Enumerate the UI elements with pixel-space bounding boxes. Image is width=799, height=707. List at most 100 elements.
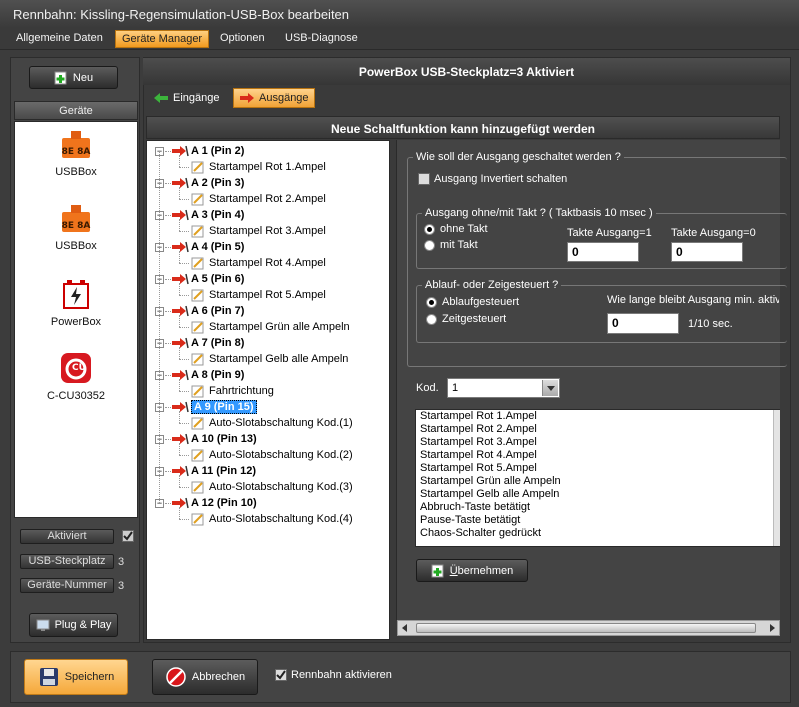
radio-ablaufgesteuert[interactable]: [426, 297, 437, 308]
tree-leaf-label: Auto-Slotabschaltung Kod.(4): [209, 513, 353, 525]
edit-note-icon: [191, 193, 204, 205]
save-button[interactable]: Speichern: [24, 659, 128, 695]
arrow-right-red-icon: [240, 93, 254, 103]
tree-connector: [159, 151, 160, 503]
edit-note-icon: [191, 225, 204, 237]
powerbox-icon: [63, 280, 89, 309]
tree-node[interactable]: − A 1 (Pin 2): [147, 143, 387, 159]
tree-node[interactable]: − A 2 (Pin 3): [147, 175, 387, 191]
plug-and-play-button[interactable]: Plug & Play: [29, 613, 118, 637]
tree-node[interactable]: − A 8 (Pin 9): [147, 367, 387, 383]
tree-node[interactable]: − A 4 (Pin 5): [147, 239, 387, 255]
tree-node[interactable]: − A 12 (Pin 10): [147, 495, 387, 511]
apply-button-label: Übernehmen: [450, 565, 514, 577]
code-list-item[interactable]: Startampel Grün alle Ampeln: [416, 475, 779, 488]
radio-ohne-takt[interactable]: [424, 224, 435, 235]
code-list-scrollbar[interactable]: [773, 410, 780, 546]
hscroll-thumb[interactable]: [416, 623, 756, 633]
kod-label: Kod.: [416, 382, 439, 394]
activate-checkbox[interactable]: [275, 669, 287, 681]
code-list-item[interactable]: Abbruch-Taste betätigt: [416, 501, 779, 514]
apply-button-mnemonic: Ü: [449, 564, 458, 577]
code-list-item[interactable]: Chaos-Schalter gedrückt: [416, 527, 779, 540]
tree-node[interactable]: − A 3 (Pin 4): [147, 207, 387, 223]
tree-connector: [179, 315, 180, 327]
device-item-control-unit[interactable]: CU C-CU30352: [15, 352, 137, 402]
min-active-input[interactable]: 0: [607, 313, 679, 334]
tree-connector: [179, 443, 180, 455]
device-item-usbbox-1[interactable]: 8E 8A USBBox: [15, 128, 137, 178]
tree-connector: [179, 155, 180, 167]
tree-node[interactable]: − A 6 (Pin 7): [147, 303, 387, 319]
aktiviert-checkbox[interactable]: [122, 530, 134, 542]
tree-leaf[interactable]: Startampel Rot 2.Ampel: [191, 191, 326, 207]
tree-leaf[interactable]: Fahrtrichtung: [191, 383, 274, 399]
takte1-input[interactable]: 0: [567, 242, 639, 262]
tree-leaf[interactable]: Auto-Slotabschaltung Kod.(1): [191, 415, 353, 431]
tree-connector: [179, 231, 189, 232]
tree-node[interactable]: − A 10 (Pin 13): [147, 431, 387, 447]
tree-connector: [179, 347, 180, 359]
tree-leaf[interactable]: Auto-Slotabschaltung Kod.(2): [191, 447, 353, 463]
output-arrow-icon: [172, 241, 189, 253]
tree-node-label: A 2 (Pin 3): [191, 177, 245, 189]
tree-connector: [179, 295, 189, 296]
apply-button[interactable]: Übernehmen: [416, 559, 528, 582]
edit-note-icon: [191, 481, 204, 493]
edit-note-icon: [191, 161, 204, 173]
tree-node[interactable]: − A 9 (Pin 15): [147, 399, 387, 415]
tab-ausgaenge[interactable]: Ausgänge: [233, 88, 315, 108]
radio-zeitgesteuert[interactable]: [426, 314, 437, 325]
chevron-left-icon[interactable]: [400, 623, 410, 633]
tree-leaf[interactable]: Startampel Grün alle Ampeln: [191, 319, 350, 335]
tree-leaf[interactable]: Startampel Rot 4.Ampel: [191, 255, 326, 271]
tree-node-label: A 4 (Pin 5): [191, 241, 245, 253]
code-list-item[interactable]: Startampel Rot 5.Ampel: [416, 462, 779, 475]
menu-bar: Allgemeine Daten Geräte Manager Optionen…: [0, 28, 799, 50]
output-arrow-icon: [172, 337, 189, 349]
code-list-item[interactable]: Pause-Taste betätigt: [416, 514, 779, 527]
tree-leaf[interactable]: Startampel Rot 5.Ampel: [191, 287, 326, 303]
invert-checkbox[interactable]: [418, 173, 430, 185]
tree-leaf[interactable]: Startampel Gelb alle Ampeln: [191, 351, 348, 367]
code-function-list[interactable]: Startampel Rot 1.Ampel Startampel Rot 2.A…: [415, 409, 780, 547]
kod-select[interactable]: 1: [447, 378, 560, 398]
cancel-button[interactable]: Abbrechen: [152, 659, 258, 695]
tree-node[interactable]: − A 7 (Pin 8): [147, 335, 387, 351]
takte0-label: Takte Ausgang=0: [671, 227, 756, 239]
prop-geraete-nummer-label: Geräte-Nummer: [20, 578, 114, 593]
tree-connector: [179, 263, 189, 264]
radio-mit-takt[interactable]: [424, 240, 435, 251]
device-item-usbbox-2[interactable]: 8E 8A USBBox: [15, 202, 137, 252]
tree-node[interactable]: − A 11 (Pin 12): [147, 463, 387, 479]
device-item-powerbox[interactable]: PowerBox: [15, 278, 137, 328]
code-list-item[interactable]: Startampel Rot 2.Ampel: [416, 423, 779, 436]
menu-optionen[interactable]: Optionen: [214, 30, 271, 48]
tree-leaf-label: Auto-Slotabschaltung Kod.(1): [209, 417, 353, 429]
menu-allgemeine-daten[interactable]: Allgemeine Daten: [10, 30, 109, 48]
kod-select-arrow[interactable]: [542, 380, 558, 396]
radio-zeitgesteuert-label: Zeitgesteuert: [442, 313, 507, 325]
tree-leaf[interactable]: Auto-Slotabschaltung Kod.(3): [191, 479, 353, 495]
tab-eingaenge[interactable]: Eingänge: [148, 88, 225, 108]
tree-leaf[interactable]: Startampel Rot 3.Ampel: [191, 223, 326, 239]
kod-select-value: 1: [452, 382, 459, 394]
code-list-item[interactable]: Startampel Gelb alle Ampeln: [416, 488, 779, 501]
code-list-item[interactable]: Startampel Rot 1.Ampel: [416, 410, 779, 423]
takte0-input[interactable]: 0: [671, 242, 743, 262]
tree-node[interactable]: − A 5 (Pin 6): [147, 271, 387, 287]
new-device-button[interactable]: Neu: [29, 66, 118, 89]
tree-leaf[interactable]: Auto-Slotabschaltung Kod.(4): [191, 511, 353, 527]
tab-ausgaenge-label: Ausgänge: [259, 92, 309, 104]
menu-geraete-manager[interactable]: Geräte Manager: [115, 30, 210, 48]
chevron-right-icon[interactable]: [767, 623, 777, 633]
edit-note-icon: [191, 353, 204, 365]
control-unit-icon: CU: [61, 353, 91, 383]
menu-usb-diagnose[interactable]: USB-Diagnose: [279, 30, 364, 48]
code-list-item[interactable]: Startampel Rot 3.Ampel: [416, 436, 779, 449]
tree-leaf[interactable]: Startampel Rot 1.Ampel: [191, 159, 326, 175]
edit-note-icon: [191, 449, 204, 461]
tree-node-label: A 1 (Pin 2): [191, 145, 245, 157]
settings-hscrollbar[interactable]: [397, 620, 780, 636]
code-list-item[interactable]: Startampel Rot 4.Ampel: [416, 449, 779, 462]
